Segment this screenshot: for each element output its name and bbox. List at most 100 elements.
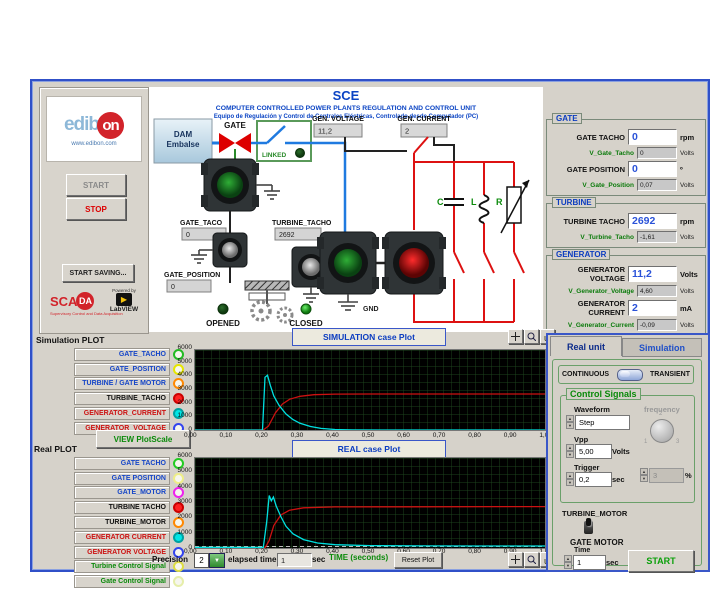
real-plot-area[interactable]	[194, 457, 546, 549]
tick-label: 0,40	[326, 432, 339, 439]
inductor-label: L	[471, 197, 477, 207]
value-row: GENERATOR CURRENT2mA	[550, 299, 702, 317]
start-button[interactable]: START	[66, 174, 126, 196]
trigger-spinner[interactable]: ▲▼	[566, 472, 574, 485]
legend-item-button[interactable]: TURBINE_TACHO	[74, 392, 170, 405]
screen: { "sidebar": { "logo_left": "edib", "log…	[0, 0, 723, 584]
real-plot-title-button[interactable]: REAL case Plot	[292, 440, 446, 458]
legend-item-button[interactable]: TURBINE_MOTOR	[74, 516, 170, 529]
closed-led	[301, 304, 311, 314]
time-sec-label: sec	[606, 558, 619, 567]
legend-item-button[interactable]: TURBINE / GATE MOTOR	[74, 377, 170, 390]
legend-item-button[interactable]: GATE POSITION	[74, 472, 170, 485]
tick-label: 0,10	[220, 432, 233, 439]
knob-tick-1: 1	[644, 439, 647, 445]
edibon-logo-text: edib	[64, 114, 99, 136]
tick-label: 6000	[178, 452, 192, 459]
sim-plot-area[interactable]	[194, 349, 546, 431]
plant-diagram-svg: SCE COMPUTER CONTROLLED POWER PLANTS REG…	[149, 87, 543, 332]
time-label: Time	[574, 547, 590, 554]
value-unit: Volts	[680, 288, 702, 295]
real-plot-legend: GATE TACHO GATE POSITIONGATE_MOTOR TURBINE…	[36, 456, 184, 589]
mode-switch-row: CONTINUOUS TRANSIENT	[558, 365, 694, 384]
start-saving-button[interactable]: START SAVING...	[62, 264, 134, 282]
vpp-spinner[interactable]: ▲▼	[566, 444, 574, 457]
closed-label: CLOSED	[289, 319, 323, 328]
waveform-label: Waveform	[574, 405, 610, 414]
edibon-logo: edibon www.edibon.com	[46, 96, 142, 162]
zoom-tool-icon[interactable]	[524, 552, 539, 567]
tick-label: 5000	[178, 358, 192, 365]
time-input[interactable]: 1	[573, 555, 606, 570]
continuous-transient-toggle[interactable]	[617, 369, 643, 381]
gate-taco-label: GATE_TACO	[180, 220, 223, 227]
vpp-input[interactable]: 5,00	[575, 444, 612, 459]
opened-led	[218, 304, 228, 314]
tick-label: 6000	[178, 344, 192, 351]
legend-item-button[interactable]: GENERATOR CURRENT	[74, 531, 170, 544]
labview-text: LabVIEW	[110, 306, 138, 313]
legend-item-button[interactable]: GATE_MOTOR	[74, 486, 170, 499]
legend-item-button[interactable]: GATE_POSITION	[74, 363, 170, 376]
precision-dropdown[interactable]: 2 ▼	[194, 553, 225, 568]
gate-motor-start-button[interactable]: START	[628, 550, 694, 572]
tick-label: 0,80	[468, 548, 481, 555]
value-row: V_Generator_Voltage4,60Volts	[550, 285, 702, 297]
knob-tick-3: 3	[676, 439, 679, 445]
tick-label: 0,20	[255, 548, 268, 555]
value-row: TURBINE TACHO2692rpm	[550, 213, 702, 229]
gate-taco-ground	[191, 250, 213, 263]
gnd-label: GND	[363, 306, 379, 313]
gate-valve-icon-right	[235, 133, 251, 153]
value-unit: Volts	[680, 150, 702, 157]
control-signals-title: Control Signals	[566, 388, 641, 400]
dam-label-1: DAM	[174, 130, 193, 139]
crosshair-tool-icon[interactable]	[508, 552, 523, 567]
capacitor-label: C	[437, 197, 444, 207]
value-display: -1,61	[637, 231, 677, 243]
tick-label: 0,30	[291, 432, 304, 439]
value-display: 0	[628, 161, 677, 177]
waveform-select[interactable]: Step	[575, 415, 630, 430]
legend-item: GATE_TACHO	[36, 347, 184, 362]
time-spinner[interactable]: ▲▼	[564, 555, 572, 568]
trigger-label: Trigger	[574, 463, 599, 472]
panel-generator: GENERATORGENERATOR VOLTAGE11,2VoltsV_Gen…	[546, 255, 706, 336]
scada-circle: DA	[76, 292, 94, 310]
trigger-input[interactable]: 0,2	[575, 472, 612, 487]
legend-item-button[interactable]: Gate Control Signal	[74, 575, 170, 588]
value-row: GATE POSITION0º	[550, 161, 702, 177]
freq-percent-spinner: ▲▼	[640, 468, 648, 481]
gear-small-hub	[283, 313, 287, 317]
legend-item-button[interactable]: GATE_TACHO	[74, 348, 170, 361]
legend-item: TURBINE_TACHO	[36, 391, 184, 406]
turbine-motor-toggle[interactable]	[584, 521, 593, 534]
waveform-spinner[interactable]: ▲▼	[566, 415, 574, 428]
freq-percent-value: 3	[649, 468, 684, 483]
legend-item: GATE_POSITION	[36, 362, 184, 377]
zoom-tool-icon[interactable]	[524, 329, 539, 344]
gate-valve-icon	[219, 133, 235, 153]
tick-label: 3000	[178, 498, 192, 505]
tab-real-unit[interactable]: Real unit	[550, 336, 622, 356]
dropdown-arrow-icon[interactable]: ▼	[209, 553, 225, 568]
legend-item-button[interactable]: TURBINE TACHO	[74, 501, 170, 514]
legend-item-button[interactable]: GATE TACHO	[74, 457, 170, 470]
tick-label: 0,70	[433, 432, 446, 439]
sim-plot-title-button[interactable]: SIMULATION case Plot	[292, 328, 446, 346]
sim-plot-legend: GATE_TACHO GATE_POSITIONTURBINE / GATE MO…	[36, 347, 184, 436]
main-window: edibon www.edibon.com START STOP START S…	[30, 79, 710, 572]
legend-color-icon	[173, 576, 184, 587]
value-unit: Volts	[680, 322, 702, 329]
stop-button[interactable]: STOP	[66, 198, 126, 220]
crosshair-tool-icon[interactable]	[508, 329, 523, 344]
reset-plot-button[interactable]: Reset Plot	[394, 552, 442, 568]
legend-item-button[interactable]: GENERATOR_CURRENT	[74, 407, 170, 420]
tab-simulation[interactable]: Simulation	[622, 338, 702, 357]
gate-position-value: 0	[171, 284, 175, 291]
legend-item: GENERATOR CURRENT	[36, 530, 184, 545]
real-plot-heading: Real PLOT	[34, 444, 77, 454]
tick-label: 1000	[178, 529, 192, 536]
turbine-tacho-value: 2692	[279, 232, 295, 239]
panel-turbine: TURBINETURBINE TACHO2692rpmV_Turbine_Tac…	[546, 203, 706, 248]
